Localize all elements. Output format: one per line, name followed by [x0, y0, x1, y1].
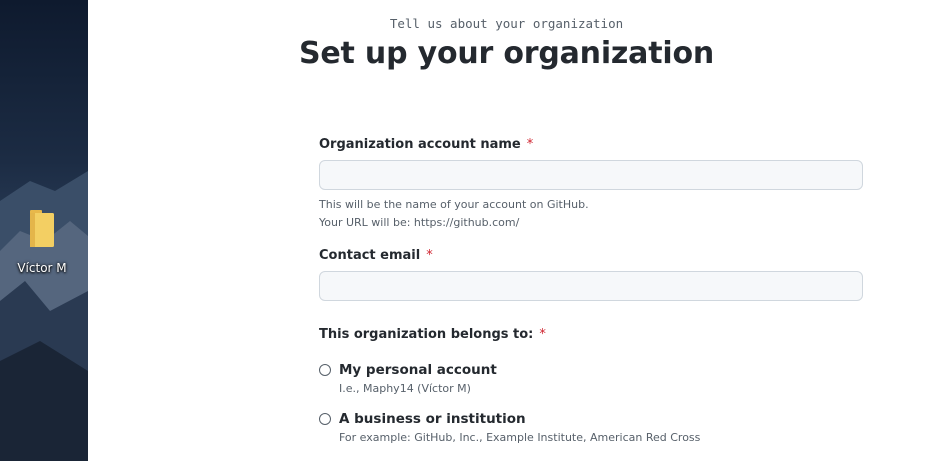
required-mark: *	[426, 248, 433, 263]
belongs-to-label: This organization belongs to: *	[319, 327, 863, 342]
org-name-help: This will be the name of your account on…	[319, 196, 863, 232]
org-name-help-line1: This will be the name of your account on…	[319, 198, 589, 211]
folder-label: Víctor M	[17, 261, 67, 275]
required-mark: *	[539, 327, 546, 342]
radio-note-personal: I.e., Maphy14 (Víctor M)	[339, 382, 471, 395]
radio-option-business[interactable]: A business or institution For example: G…	[319, 411, 863, 444]
radio-option-personal[interactable]: My personal account I.e., Maphy14 (Vícto…	[319, 362, 863, 395]
required-mark: *	[526, 137, 534, 152]
desktop-folder[interactable]: Víctor M	[12, 208, 72, 275]
radio-button-business[interactable]	[319, 413, 331, 425]
mountain-wallpaper	[0, 171, 88, 461]
radio-label-business[interactable]: A business or institution	[339, 411, 526, 427]
folder-icon	[30, 210, 54, 247]
org-setup-form: Organization account name * This will be…	[319, 137, 863, 444]
contact-email-label-text: Contact email	[319, 248, 421, 263]
contact-email-input[interactable]	[319, 271, 863, 301]
page-subtitle: Tell us about your organization	[389, 16, 624, 31]
belongs-to-label-text: This organization belongs to:	[319, 327, 534, 342]
radio-note-business: For example: GitHub, Inc., Example Insti…	[339, 431, 701, 444]
radio-label-personal[interactable]: My personal account	[339, 362, 497, 378]
radio-button-personal[interactable]	[319, 364, 331, 376]
org-name-input[interactable]	[319, 160, 863, 190]
page-title: Set up your organization	[298, 36, 715, 71]
org-setup-page: Tell us about your organization Set up y…	[88, 0, 925, 461]
contact-email-label: Contact email *	[319, 248, 863, 263]
org-name-label-text: Organization account name	[319, 137, 521, 152]
desktop-background: Víctor M	[0, 0, 88, 461]
org-name-label: Organization account name *	[319, 137, 863, 152]
org-name-url-hint: Your URL will be: https://github.com/	[319, 216, 520, 229]
